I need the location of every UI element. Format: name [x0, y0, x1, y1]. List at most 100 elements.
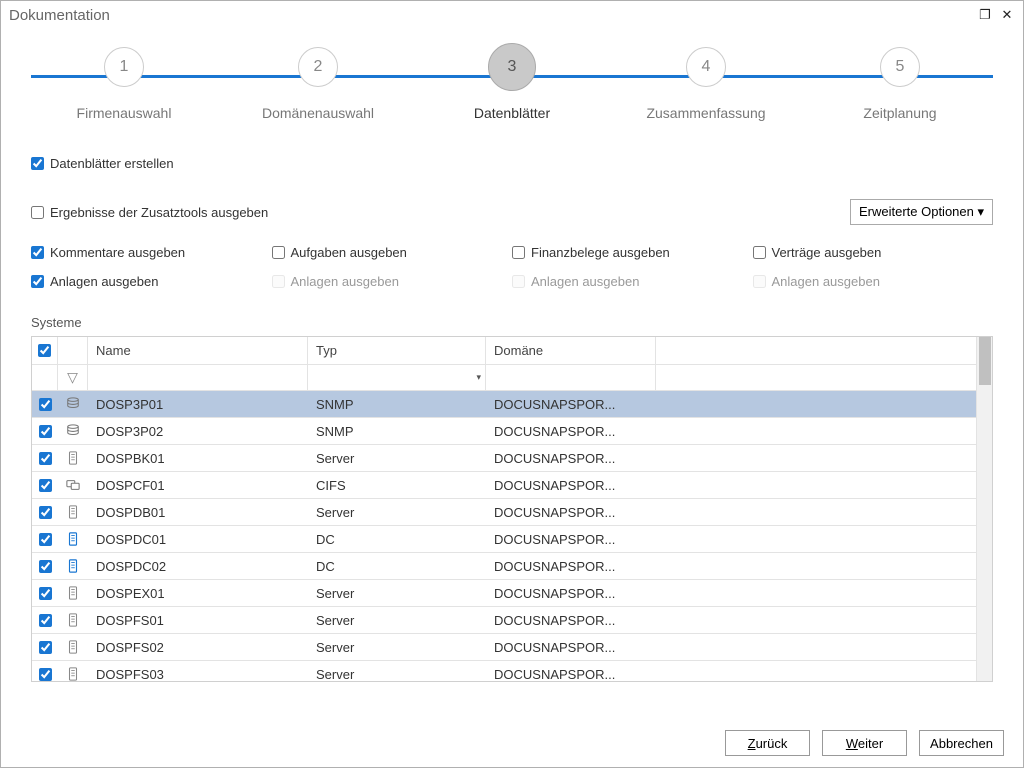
row-type-cell: Server [308, 580, 486, 606]
option-checkbox[interactable] [753, 246, 766, 259]
row-domain-cell: DOCUSNAPSPOR... [486, 661, 656, 681]
row-checkbox[interactable] [39, 668, 52, 681]
row-checkbox[interactable] [39, 398, 52, 411]
option-checkbox[interactable] [512, 246, 525, 259]
cancel-button[interactable]: Abbrechen [919, 730, 1004, 756]
header-name[interactable]: Name [88, 337, 308, 364]
header-type[interactable]: Typ [308, 337, 486, 364]
row-spacer-cell [656, 580, 992, 606]
create-datasheets-checkbox[interactable] [31, 157, 44, 170]
option-checkbox [753, 275, 766, 288]
row-spacer-cell [656, 472, 992, 498]
row-spacer-cell [656, 634, 992, 660]
filter-type-cell[interactable]: ▾ [308, 365, 486, 390]
row-checkbox-cell[interactable] [32, 499, 58, 525]
row-checkbox-cell[interactable] [32, 418, 58, 444]
filter-name-input[interactable] [88, 365, 307, 390]
row-domain-cell: DOCUSNAPSPOR... [486, 607, 656, 633]
filter-icon-cell[interactable]: ▽ [58, 365, 88, 390]
table-row[interactable]: DOSPFS01ServerDOCUSNAPSPOR... [32, 607, 992, 634]
wizard-stepper: 1Firmenauswahl2Domänenauswahl3Datenblätt… [31, 47, 993, 142]
filter-domain-input[interactable] [486, 365, 655, 390]
filter-name-cell[interactable] [88, 365, 308, 390]
row-spacer-cell [656, 553, 992, 579]
output-option: Kommentare ausgeben [31, 245, 272, 260]
table-row[interactable]: DOSP3P02SNMPDOCUSNAPSPOR... [32, 418, 992, 445]
close-icon[interactable]: ✕ [999, 7, 1015, 23]
maximize-icon[interactable]: ❐ [977, 7, 993, 23]
row-type-icon [58, 526, 88, 552]
row-type-cell: SNMP [308, 418, 486, 444]
step-label: Zeitplanung [863, 105, 936, 121]
row-name-cell: DOSPEX01 [88, 580, 308, 606]
option-checkbox[interactable] [272, 246, 285, 259]
row-name-cell: DOSPFS03 [88, 661, 308, 681]
wizard-step[interactable]: 4Zusammenfassung [613, 47, 799, 121]
wizard-step[interactable]: 1Firmenauswahl [31, 47, 217, 121]
row-checkbox-cell[interactable] [32, 661, 58, 681]
option-label: Anlagen ausgeben [772, 274, 880, 289]
row-checkbox[interactable] [39, 533, 52, 546]
chevron-down-icon[interactable]: ▾ [476, 372, 481, 383]
row-checkbox[interactable] [39, 560, 52, 573]
filter-domain-cell[interactable] [486, 365, 656, 390]
vertical-scrollbar[interactable] [976, 337, 992, 681]
table-row[interactable]: DOSPBK01ServerDOCUSNAPSPOR... [32, 445, 992, 472]
wizard-step[interactable]: 3Datenblätter [419, 47, 605, 121]
table-row[interactable]: DOSPDB01ServerDOCUSNAPSPOR... [32, 499, 992, 526]
row-spacer-cell [656, 499, 992, 525]
table-row[interactable]: DOSPFS02ServerDOCUSNAPSPOR... [32, 634, 992, 661]
row-type-icon [58, 499, 88, 525]
row-checkbox-cell[interactable] [32, 607, 58, 633]
row-checkbox-cell[interactable] [32, 634, 58, 660]
extra-tools-checkbox[interactable] [31, 206, 44, 219]
table-row[interactable]: DOSPFS03ServerDOCUSNAPSPOR... [32, 661, 992, 681]
table-row[interactable]: DOSPCF01CIFSDOCUSNAPSPOR... [32, 472, 992, 499]
step-circle: 4 [686, 47, 726, 87]
header-checkbox-cell[interactable] [32, 337, 58, 364]
row-spacer-cell [656, 526, 992, 552]
filter-type-input[interactable] [308, 365, 485, 390]
advanced-options-button[interactable]: Erweiterte Optionen ▾ [850, 199, 993, 225]
scrollbar-thumb[interactable] [979, 337, 991, 385]
row-checkbox[interactable] [39, 479, 52, 492]
table-row[interactable]: DOSPDC02DCDOCUSNAPSPOR... [32, 553, 992, 580]
funnel-icon[interactable]: ▽ [67, 369, 78, 386]
option-checkbox[interactable] [31, 275, 44, 288]
step-circle: 3 [488, 43, 536, 91]
option-checkbox [272, 275, 285, 288]
row-type-cell: SNMP [308, 391, 486, 417]
header-domain[interactable]: Domäne [486, 337, 656, 364]
filter-checkbox-cell [32, 365, 58, 390]
row-domain-cell: DOCUSNAPSPOR... [486, 526, 656, 552]
row-checkbox[interactable] [39, 506, 52, 519]
row-checkbox[interactable] [39, 425, 52, 438]
footer-buttons: Zurück Weiter Abbrechen [725, 730, 1004, 756]
option-checkbox[interactable] [31, 246, 44, 259]
back-button[interactable]: Zurück [725, 730, 810, 756]
row-type-icon [58, 418, 88, 444]
row-checkbox-cell[interactable] [32, 553, 58, 579]
row-checkbox[interactable] [39, 452, 52, 465]
wizard-step[interactable]: 2Domänenauswahl [225, 47, 411, 121]
wizard-step[interactable]: 5Zeitplanung [807, 47, 993, 121]
row-checkbox-cell[interactable] [32, 391, 58, 417]
next-button[interactable]: Weiter [822, 730, 907, 756]
select-all-checkbox[interactable] [38, 344, 51, 357]
row-checkbox-cell[interactable] [32, 580, 58, 606]
row-domain-cell: DOCUSNAPSPOR... [486, 472, 656, 498]
row-type-cell: Server [308, 661, 486, 681]
filter-spacer-cell [656, 365, 992, 390]
table-header-row: Name Typ Domäne [32, 337, 992, 365]
row-checkbox[interactable] [39, 641, 52, 654]
header-spacer [656, 337, 992, 364]
row-checkbox[interactable] [39, 614, 52, 627]
table-row[interactable]: DOSPDC01DCDOCUSNAPSPOR... [32, 526, 992, 553]
row-checkbox-cell[interactable] [32, 472, 58, 498]
row-checkbox[interactable] [39, 587, 52, 600]
table-row[interactable]: DOSP3P01SNMPDOCUSNAPSPOR... [32, 391, 992, 418]
row-checkbox-cell[interactable] [32, 445, 58, 471]
row-name-cell: DOSPBK01 [88, 445, 308, 471]
row-checkbox-cell[interactable] [32, 526, 58, 552]
table-row[interactable]: DOSPEX01ServerDOCUSNAPSPOR... [32, 580, 992, 607]
